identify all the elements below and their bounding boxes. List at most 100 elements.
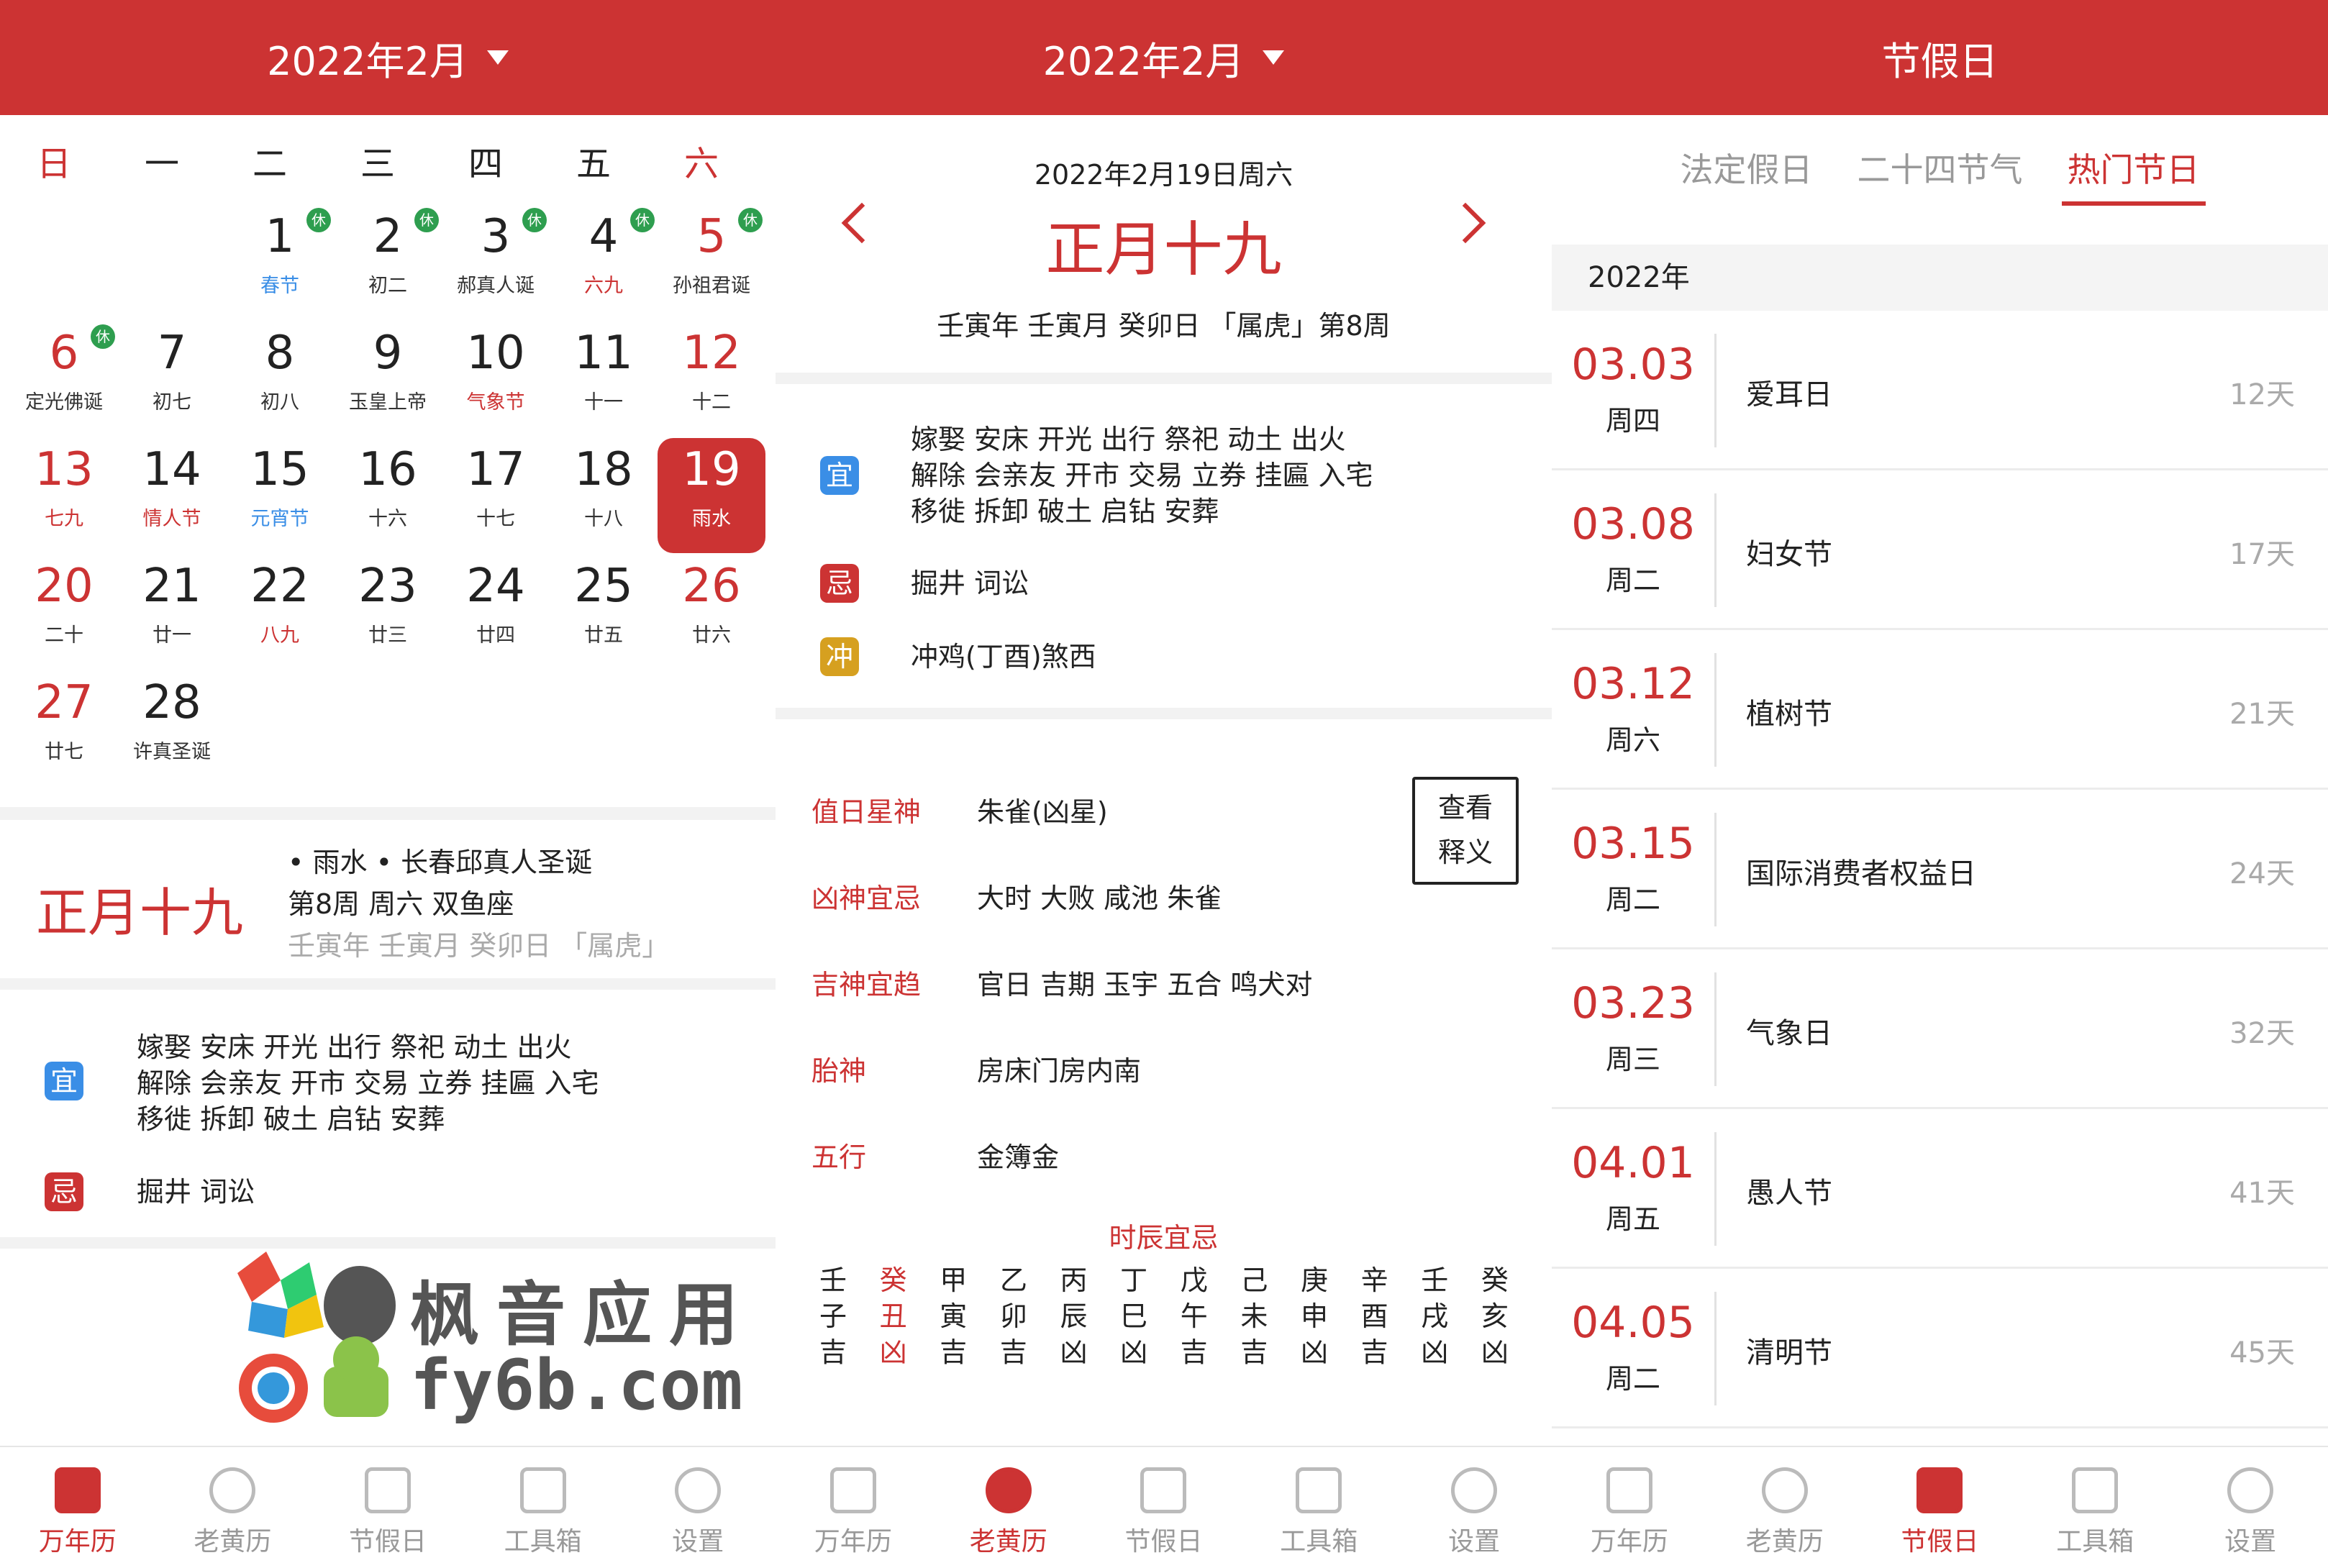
day-cell[interactable]: 14 情人节	[118, 438, 226, 553]
nav-item[interactable]: 万年历	[1552, 1447, 1707, 1568]
day-cell[interactable]: 6 定光佛诞休	[10, 322, 118, 437]
day-cell[interactable]: 28 许真圣诞	[118, 671, 226, 786]
holiday-name: 国际消费者权益日	[1746, 857, 1976, 890]
shichen-char: 凶	[1120, 1336, 1148, 1368]
tab-popular-festivals[interactable]: 热门节日	[2061, 144, 2206, 206]
nav-item[interactable]: 设置	[620, 1447, 776, 1568]
shichen-column: 癸亥凶	[1473, 1262, 1517, 1370]
divider	[776, 373, 1552, 384]
holiday-list-item[interactable]: 03.15 周二 国际消费者权益日 24天	[1552, 790, 2328, 949]
shichen-char: 未	[1240, 1300, 1268, 1332]
holiday-name: 愚人节	[1746, 1177, 1832, 1210]
nav-item[interactable]: 老黄历	[931, 1447, 1086, 1568]
nav-item[interactable]: 节假日	[310, 1447, 465, 1568]
day-cell[interactable]: 1 春节休	[226, 205, 334, 320]
day-lunar-label: 廿三	[368, 624, 407, 647]
shichen-char: 吉	[1240, 1336, 1268, 1368]
nav-item[interactable]: 老黄历	[1707, 1447, 1863, 1568]
day-cell[interactable]: 9 玉皇上帝	[334, 322, 442, 437]
day-cell[interactable]: 4 六九休	[550, 205, 658, 320]
day-number: 22	[250, 560, 309, 613]
day-number: 13	[35, 443, 94, 496]
nav-item[interactable]: 万年历	[0, 1447, 155, 1568]
day-cell[interactable]: 3 郝真人诞休	[442, 205, 550, 320]
day-number: 14	[142, 443, 201, 496]
day-cell[interactable]: 27 廿七	[10, 671, 118, 786]
shichen-char: 辰	[1060, 1300, 1088, 1332]
nav-item[interactable]: 节假日	[1086, 1447, 1242, 1568]
day-cell[interactable]: 15 元宵节	[226, 438, 334, 553]
explain-button[interactable]: 查看 释义	[1412, 777, 1519, 885]
day-cell[interactable]: 8 初八	[226, 322, 334, 437]
holiday-list-item[interactable]: 03.23 周三 气象日 32天	[1552, 949, 2328, 1109]
day-cell[interactable]: 16 十六	[334, 438, 442, 553]
nav-item[interactable]: 万年历	[776, 1447, 931, 1568]
day-cell[interactable]: 12 十二	[658, 322, 765, 437]
nav-item[interactable]: 工具箱	[2017, 1447, 2173, 1568]
shichen-char: 丁	[1120, 1264, 1148, 1296]
nav-item[interactable]: 工具箱	[1241, 1447, 1396, 1568]
holiday-list-item[interactable]: 03.03 周四 爱耳日 12天	[1552, 311, 2328, 470]
day-number: 18	[574, 443, 633, 496]
shichen-char: 子	[819, 1300, 847, 1332]
divider	[776, 708, 1552, 719]
day-cell[interactable]: 13 七九	[10, 438, 118, 553]
year-header: 2022年	[1552, 245, 2328, 311]
month-title: 2022年2月	[267, 38, 468, 84]
nav-item[interactable]: 节假日	[1863, 1447, 2018, 1568]
day-cell[interactable]: 22 八九	[226, 555, 334, 670]
day-lunar-label: 六九	[584, 275, 623, 297]
holiday-name: 爱耳日	[1746, 378, 1832, 411]
watermark-url: fy6b.com	[410, 1345, 743, 1426]
days-remaining: 12天	[2229, 378, 2295, 411]
tab-solar-terms[interactable]: 二十四节气	[1858, 144, 2023, 191]
holiday-badge: 休	[522, 208, 547, 232]
month-selector[interactable]: 2022年2月	[776, 0, 1552, 115]
nav-label: 设置	[1448, 1527, 1501, 1556]
holiday-weekday: 周二	[1605, 565, 1660, 596]
holiday-list-item[interactable]: 04.05 周二 清明节 45天	[1552, 1269, 2328, 1428]
day-cell[interactable]: 19 雨水	[658, 438, 765, 553]
holiday-list-item[interactable]: 04.01 周五 愚人节 41天	[1552, 1109, 2328, 1269]
day-cell[interactable]: 17 十七	[442, 438, 550, 553]
holiday-weekday: 周三	[1605, 1044, 1660, 1075]
days-remaining: 17天	[2229, 538, 2295, 571]
day-cell[interactable]: 11 十一	[550, 322, 658, 437]
detail-row: 吉神宜趋 官日 吉期 玉宇 五合 鸣犬对	[811, 962, 1312, 1002]
nav-item[interactable]: 设置	[2173, 1447, 2328, 1568]
grid-icon	[519, 1467, 566, 1513]
day-number: 7	[157, 327, 187, 380]
month-selector[interactable]: 2022年2月	[0, 0, 776, 115]
shichen-char: 酉	[1360, 1300, 1388, 1332]
divider	[1714, 1292, 1717, 1405]
day-cell[interactable]: 23 廿三	[334, 555, 442, 670]
grid-icon	[2072, 1467, 2119, 1513]
nav-label: 节假日	[1901, 1527, 1979, 1556]
detail-row: 胎神 房床门房内南	[811, 1049, 1141, 1088]
day-cell[interactable]: 20 二十	[10, 555, 118, 670]
yinyang-icon	[209, 1467, 256, 1513]
holiday-list-item[interactable]: 03.08 周二 妇女节 17天	[1552, 470, 2328, 630]
day-cell[interactable]: 10 气象节	[442, 322, 550, 437]
shichen-column: 壬子吉	[811, 1262, 855, 1370]
day-cell[interactable]: 26 廿六	[658, 555, 765, 670]
watermark: 枫音应用 fy6b.com	[209, 1244, 755, 1439]
day-cell[interactable]: 24 廿四	[442, 555, 550, 670]
day-lunar-label: 廿一	[153, 624, 191, 647]
nav-item[interactable]: 设置	[1396, 1447, 1552, 1568]
tab-legal-holidays[interactable]: 法定假日	[1681, 144, 1813, 191]
nav-item[interactable]: 工具箱	[465, 1447, 621, 1568]
day-cell[interactable]: 21 廿一	[118, 555, 226, 670]
day-lunar-label: 初八	[260, 391, 299, 414]
day-cell[interactable]: 25 廿五	[550, 555, 658, 670]
day-cell[interactable]: 5 孙祖君诞休	[658, 205, 765, 320]
yiji-panel[interactable]: 宜 嫁娶 安床 开光 出行 祭祀 动土 出火 解除 会亲友 开市 交易 立券 挂…	[0, 990, 776, 1234]
day-number: 24	[466, 560, 525, 613]
day-cell[interactable]: 7 初七	[118, 322, 226, 437]
day-number: 15	[250, 443, 309, 496]
day-cell[interactable]: 18 十八	[550, 438, 658, 553]
nav-item[interactable]: 老黄历	[155, 1447, 311, 1568]
day-cell[interactable]: 2 初二休	[334, 205, 442, 320]
holiday-list-item[interactable]: 03.12 周六 植树节 21天	[1552, 630, 2328, 790]
shichen-char: 午	[1180, 1300, 1208, 1332]
